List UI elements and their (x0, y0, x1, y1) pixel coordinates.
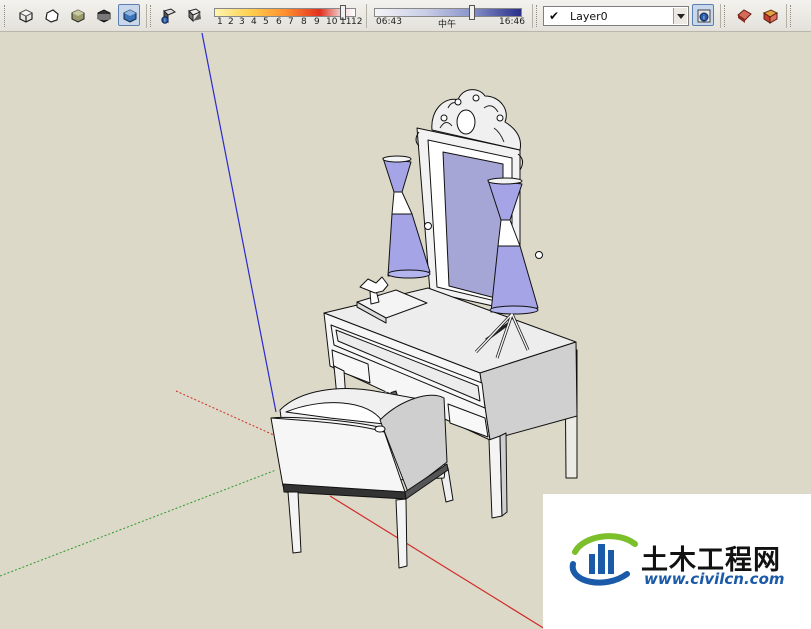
monochrome-cube-icon (123, 9, 137, 23)
textured-cube-icon (97, 9, 111, 23)
layer-manager-icon: i (697, 9, 711, 23)
layer-name: Layer0 (570, 10, 608, 23)
toolbar-separator (786, 4, 787, 28)
shaded-textures-style-button[interactable] (92, 4, 114, 26)
section-cuts-icon (762, 9, 779, 24)
shadow-settings-button[interactable]: i (156, 4, 178, 26)
toolbar-separator (146, 4, 147, 28)
chevron-down-icon[interactable] (673, 8, 687, 24)
time-slider-thumb[interactable] (469, 5, 475, 20)
wireframe-style-button[interactable] (40, 4, 62, 26)
toolbar-grip[interactable] (4, 5, 8, 27)
layer-visible-checkmark-icon: ✔ (549, 9, 560, 23)
xray-cube-icon (19, 9, 33, 23)
toolbar-grip[interactable] (724, 5, 728, 27)
toolbar-grip[interactable] (536, 5, 540, 27)
shadow-month-slider[interactable] (214, 4, 360, 30)
wireframe-cube-icon (45, 9, 59, 23)
shaded-style-button[interactable] (66, 4, 88, 26)
watermark-logo: 土木工程网 www.civilcn.com (543, 494, 811, 629)
section-plane-button[interactable] (732, 4, 754, 26)
toolbar-grip[interactable] (790, 5, 794, 27)
svg-text:i: i (164, 18, 165, 24)
shadow-settings-icon: i (161, 8, 176, 24)
toolbar-separator (532, 4, 533, 28)
time-gradient-track (374, 8, 522, 17)
shadows-icon (188, 8, 201, 23)
civilcn-logo-icon (569, 533, 638, 586)
section-plane-icon (737, 9, 752, 23)
toolbar-separator (366, 4, 367, 28)
shaded-cube-icon (71, 9, 85, 23)
display-shadows-button[interactable] (182, 4, 204, 26)
toolbar-separator (720, 4, 721, 28)
month-gradient-track (214, 8, 356, 17)
xray-style-button[interactable] (14, 4, 36, 26)
watermark-url: www.civilcn.com (644, 570, 785, 588)
toolbar-grip[interactable] (150, 5, 154, 27)
display-section-cuts-button[interactable] (758, 4, 780, 26)
monochrome-style-button[interactable] (118, 4, 140, 26)
layer-select[interactable]: ✔ Layer0 (543, 6, 689, 26)
toolbar: i 1 2 3 4 5 6 7 8 9 10 11 12 06:43 中午 16… (0, 0, 811, 32)
layer-manager-button[interactable]: i (692, 4, 714, 26)
